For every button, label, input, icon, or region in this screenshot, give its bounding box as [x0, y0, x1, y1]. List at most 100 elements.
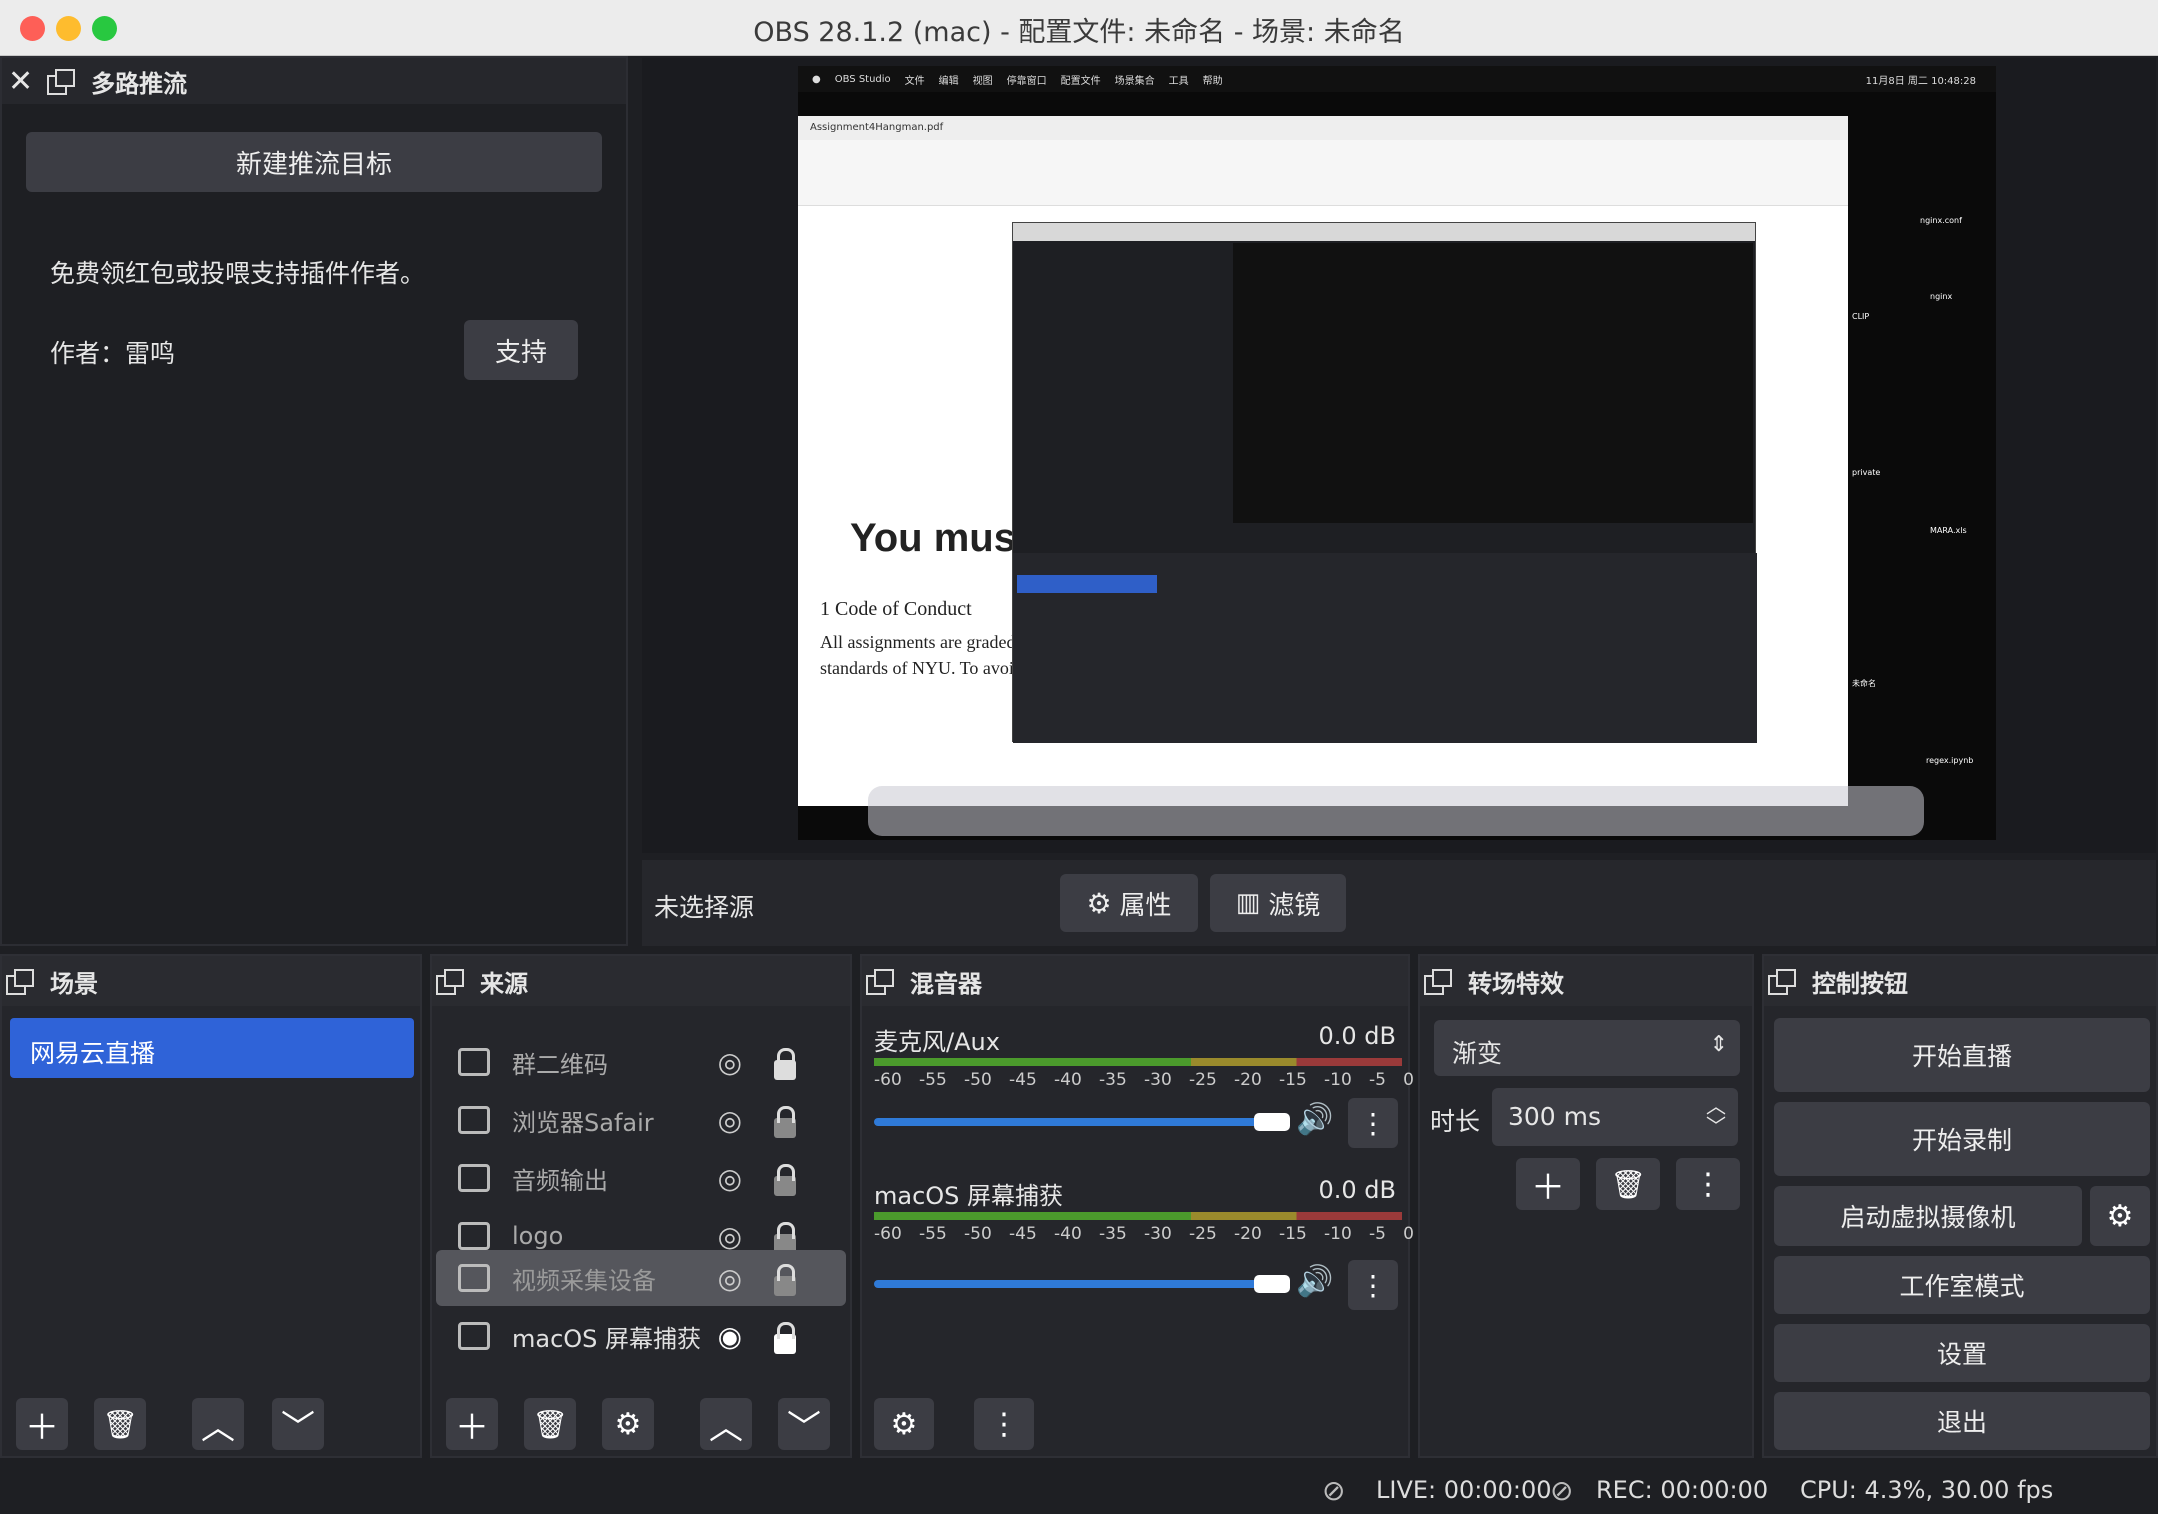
source-item-selected[interactable]: 视频采集设备 ◎ — [436, 1250, 846, 1306]
volume-slider[interactable] — [874, 1280, 1284, 1288]
unlock-icon[interactable] — [774, 1164, 796, 1196]
tick: -10 — [1324, 1070, 1352, 1090]
source-item[interactable]: 浏览器Safair ◎ — [436, 1092, 846, 1148]
close-icon[interactable]: ✕ — [8, 64, 33, 99]
remove-source-button[interactable]: 🗑 — [524, 1398, 576, 1450]
source-properties-button[interactable]: ⚙ — [602, 1398, 654, 1450]
source-item[interactable]: 音频输出 ◎ — [436, 1150, 846, 1206]
volume-slider-handle[interactable] — [1254, 1275, 1290, 1293]
menu-item: 帮助 — [1202, 75, 1223, 87]
properties-label: 属性 — [1119, 890, 1172, 921]
visibility-hidden-icon[interactable]: ◎ — [718, 1162, 742, 1195]
add-source-button[interactable]: ＋ — [446, 1398, 498, 1450]
tick: -45 — [1009, 1224, 1037, 1244]
add-scene-button[interactable]: ＋ — [16, 1398, 68, 1450]
gear-icon: ⚙ — [1086, 886, 1112, 920]
transition-select[interactable]: 渐变 ⇕ — [1434, 1020, 1740, 1076]
transition-menu-button[interactable]: ⋮ — [1676, 1158, 1740, 1210]
controls-title: 控制按钮 — [1812, 969, 1908, 998]
desktop-file: CLIP — [1852, 312, 1870, 321]
transitions-panel: 转场特效 渐变 ⇕ 时长 300 ms ︿ ﹀ ＋ 🗑 ⋮ — [1418, 954, 1754, 1458]
lock-icon[interactable] — [774, 1048, 796, 1080]
tick: -25 — [1189, 1224, 1217, 1244]
new-stream-target-button[interactable]: 新建推流目标 — [26, 132, 602, 192]
channel-menu-button[interactable]: ⋮ — [1348, 1098, 1398, 1148]
tick: -50 — [964, 1224, 992, 1244]
slideshow-icon — [458, 1222, 490, 1250]
tick: -55 — [919, 1224, 947, 1244]
visibility-hidden-icon[interactable]: ◎ — [718, 1046, 742, 1079]
move-scene-up-button[interactable]: ︿ — [192, 1398, 244, 1450]
mixer-settings-button[interactable]: ⚙ — [874, 1398, 934, 1450]
tick: -35 — [1099, 1070, 1127, 1090]
dock-float-icon[interactable] — [47, 69, 76, 95]
mixer-menu-button[interactable]: ⋮ — [974, 1398, 1034, 1450]
support-button[interactable]: 支持 — [464, 320, 578, 380]
dock-float-icon[interactable] — [6, 969, 34, 995]
visibility-hidden-icon[interactable]: ◎ — [718, 1262, 742, 1295]
source-item[interactable]: 群二维码 ◎ — [436, 1034, 846, 1090]
properties-button[interactable]: ⚙ 属性 — [1060, 874, 1198, 932]
dock-float-icon[interactable] — [1768, 969, 1796, 995]
remove-scene-button[interactable]: 🗑 — [94, 1398, 146, 1450]
filters-button[interactable]: ▥ 滤镜 — [1210, 874, 1346, 932]
add-transition-button[interactable]: ＋ — [1516, 1158, 1580, 1210]
tick: -30 — [1144, 1070, 1172, 1090]
move-scene-down-button[interactable]: ﹀ — [272, 1398, 324, 1450]
captured-menubar: ● OBS Studio 文件 编辑 视图 停靠窗口 配置文件 场景集合 工具 … — [798, 66, 1996, 92]
mixer-header: 混音器 — [862, 956, 1408, 1006]
record-off-icon: ⊘ — [1550, 1474, 1574, 1507]
visibility-icon[interactable]: ◉ — [718, 1320, 742, 1353]
speaker-icon[interactable]: 🔊 — [1296, 1102, 1333, 1137]
sources-panel: 来源 群二维码 ◎ 浏览器Safair ◎ 音频输出 ◎ logo ◎ 视频采集… — [430, 954, 852, 1458]
pdf-tab: Assignment4Hangman.pdf — [810, 122, 944, 133]
tick: -50 — [964, 1070, 992, 1090]
menu-item: 配置文件 — [1060, 75, 1101, 87]
visibility-hidden-icon[interactable]: ◎ — [718, 1220, 742, 1253]
move-source-down-button[interactable]: ﹀ — [778, 1398, 830, 1450]
controls-panel: 控制按钮 开始直播 开始录制 启动虚拟摄像机 ⚙ 工作室模式 设置 退出 — [1762, 954, 2158, 1458]
tick: -5 — [1369, 1224, 1386, 1244]
multistream-dock: ✕ 多路推流 新建推流目标 免费领红包或投喂支持插件作者。 作者：雷鸣 支持 — [0, 56, 628, 946]
source-item[interactable]: macOS 屏幕捕获 ◉ — [436, 1308, 846, 1364]
author-label: 作者：雷鸣 — [50, 339, 176, 368]
volume-slider[interactable] — [874, 1118, 1284, 1126]
mixer-title: 混音器 — [910, 969, 982, 998]
remove-transition-button[interactable]: 🗑 — [1596, 1158, 1660, 1210]
start-stream-button[interactable]: 开始直播 — [1774, 1018, 2150, 1092]
meter-ticks: -60 -55 -50 -45 -40 -35 -30 -25 -20 -15 -10 -5 0 — [874, 1224, 1414, 1244]
dock-float-icon[interactable] — [866, 969, 894, 995]
settings-button[interactable]: 设置 — [1774, 1324, 2150, 1382]
unlock-icon[interactable] — [774, 1264, 796, 1296]
menu-item: 场景集合 — [1114, 75, 1155, 87]
channel-menu-button[interactable]: ⋮ — [1348, 1260, 1398, 1310]
move-source-up-button[interactable]: ︿ — [700, 1398, 752, 1450]
studio-mode-button[interactable]: 工作室模式 — [1774, 1256, 2150, 1314]
unlock-icon[interactable] — [774, 1106, 796, 1138]
pdf-tabbar: Assignment4Hangman.pdf — [798, 116, 1848, 140]
multistream-header: ✕ 多路推流 — [2, 58, 626, 104]
duration-label: 时长 — [1430, 1107, 1481, 1136]
dock-float-icon[interactable] — [436, 969, 464, 995]
stepper-icon[interactable]: ︿ ﹀ — [1706, 1096, 1726, 1136]
captured-screen-preview: ● OBS Studio 文件 编辑 视图 停靠窗口 配置文件 场景集合 工具 … — [798, 66, 1996, 840]
source-toolbar: 未选择源 ⚙ 属性 ▥ 滤镜 — [642, 860, 2156, 946]
menu-item: 编辑 — [938, 75, 959, 87]
menu-item: OBS Studio — [834, 73, 891, 85]
lock-icon[interactable] — [774, 1322, 796, 1354]
dock-float-icon[interactable] — [1424, 969, 1452, 995]
sources-title: 来源 — [480, 969, 528, 998]
duration-spinbox[interactable]: 300 ms ︿ ﹀ — [1492, 1088, 1738, 1146]
start-record-button[interactable]: 开始录制 — [1774, 1102, 2150, 1176]
menu-item: 工具 — [1168, 75, 1189, 87]
visibility-hidden-icon[interactable]: ◎ — [718, 1104, 742, 1137]
transition-selected: 渐变 — [1452, 1039, 1503, 1068]
exit-button[interactable]: 退出 — [1774, 1392, 2150, 1450]
speaker-icon[interactable]: 🔊 — [1296, 1264, 1333, 1299]
sources-header: 来源 — [432, 956, 850, 1006]
virtual-camera-settings-button[interactable]: ⚙ — [2090, 1186, 2150, 1246]
volume-slider-handle[interactable] — [1254, 1113, 1290, 1131]
scene-item-selected[interactable]: 网易云直播 — [10, 1018, 414, 1078]
filter-icon: ▥ — [1235, 888, 1261, 918]
virtual-camera-button[interactable]: 启动虚拟摄像机 — [1774, 1186, 2082, 1246]
